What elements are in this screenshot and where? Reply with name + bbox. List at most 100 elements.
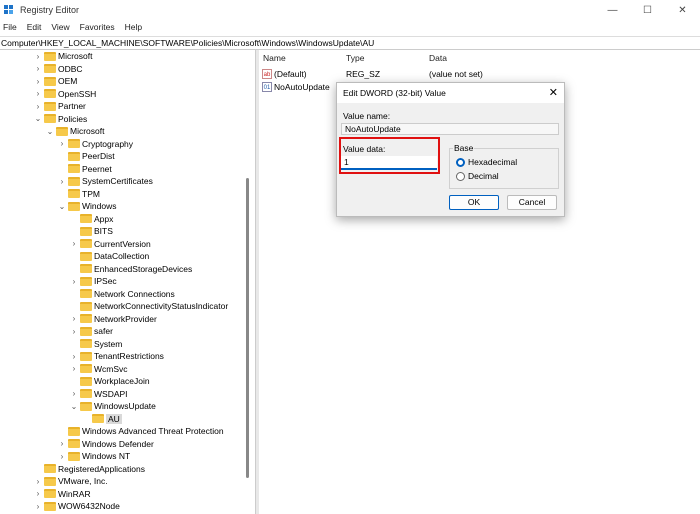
menu-help[interactable]: Help	[125, 20, 142, 34]
chevron-right-icon[interactable]: ›	[70, 364, 78, 373]
tree-item[interactable]: › WinRAR	[34, 488, 91, 500]
tree-item[interactable]: › VMware, Inc.	[34, 475, 108, 487]
chevron-down-icon[interactable]: ⌄	[70, 402, 78, 411]
cancel-button[interactable]: Cancel	[507, 195, 557, 210]
tree-scrollbar[interactable]	[244, 50, 252, 514]
tree-item[interactable]: WorkplaceJoin	[70, 375, 150, 387]
chevron-right-icon[interactable]: ›	[70, 327, 78, 336]
value-row[interactable]: ab (Default)	[262, 68, 307, 80]
menu-file[interactable]: File	[3, 20, 17, 34]
menu-edit[interactable]: Edit	[27, 20, 42, 34]
minimize-button[interactable]: —	[595, 0, 630, 20]
close-button[interactable]: ✕	[665, 0, 700, 20]
chevron-down-icon[interactable]: ⌄	[46, 127, 54, 136]
tree-item-label: Peernet	[82, 163, 112, 174]
tree-item[interactable]: BITS	[70, 225, 113, 237]
tree-item[interactable]: PeerDist	[58, 150, 115, 162]
chevron-down-icon[interactable]: ⌄	[58, 202, 66, 211]
tree-item[interactable]: › NetworkProvider	[70, 313, 157, 325]
chevron-right-icon[interactable]: ›	[34, 477, 42, 486]
chevron-right-icon[interactable]: ›	[58, 139, 66, 148]
tree-item[interactable]: ⌄ Microsoft	[46, 125, 105, 137]
address-bar[interactable]: Computer\HKEY_LOCAL_MACHINE\SOFTWARE\Pol…	[0, 36, 700, 50]
column-header-type[interactable]: Type	[346, 53, 364, 65]
tree-item-label: Policies	[58, 113, 88, 124]
chevron-right-icon[interactable]: ›	[58, 452, 66, 461]
folder-icon	[80, 251, 92, 261]
tree-item[interactable]: EnhancedStorageDevices	[70, 263, 192, 275]
tree-item[interactable]: NetworkConnectivityStatusIndicator	[70, 300, 228, 312]
tree-item[interactable]: › ODBC	[34, 63, 83, 75]
menu-favorites[interactable]: Favorites	[80, 20, 115, 34]
chevron-right-icon[interactable]: ›	[70, 352, 78, 361]
folder-icon	[44, 489, 56, 498]
folder-icon	[44, 64, 56, 73]
chevron-right-icon[interactable]: ›	[34, 77, 42, 86]
tree-item[interactable]: ⌄ Policies	[34, 113, 88, 125]
tree-item-label: NetworkProvider	[94, 313, 157, 324]
dialog-close-icon[interactable]: ✕	[549, 83, 558, 103]
tree-item-label: PeerDist	[82, 151, 115, 161]
chevron-right-icon[interactable]: ›	[34, 64, 42, 73]
tree-item[interactable]: › Cryptography	[58, 138, 133, 150]
tree-item[interactable]: › Windows Defender	[58, 438, 154, 450]
chevron-right-icon[interactable]: ›	[70, 389, 78, 398]
ok-button[interactable]: OK	[449, 195, 499, 210]
tree-item[interactable]: › WcmSvc	[70, 363, 128, 375]
folder-icon	[80, 401, 92, 411]
tree-item[interactable]: › Microsoft	[34, 50, 93, 62]
folder-icon	[44, 501, 56, 511]
tree-item[interactable]: › TenantRestrictions	[70, 350, 164, 362]
chevron-right-icon[interactable]: ›	[34, 52, 42, 61]
tree-item[interactable]: › Windows NT	[58, 450, 131, 462]
chevron-right-icon[interactable]: ›	[34, 102, 42, 111]
scrollbar-thumb[interactable]	[246, 178, 249, 478]
column-header-data[interactable]: Data	[429, 53, 447, 65]
tree-item[interactable]: › OEM	[34, 75, 78, 87]
tree-item-label: TPM	[82, 188, 100, 199]
tree-item[interactable]: › safer	[70, 325, 113, 337]
tree-item[interactable]: Appx	[70, 213, 113, 225]
folder-icon	[80, 339, 92, 348]
tree-item[interactable]: › WOW6432Node	[34, 500, 120, 512]
tree-item[interactable]: › OpenSSH	[34, 88, 97, 100]
tree-item[interactable]: › CurrentVersion	[70, 238, 151, 250]
tree-item[interactable]: ⌄ Windows	[58, 200, 117, 212]
chevron-right-icon[interactable]: ›	[34, 502, 42, 511]
folder-icon	[68, 189, 80, 198]
tree-item[interactable]: System	[70, 338, 122, 350]
hexadecimal-radio[interactable]: Hexadecimal	[456, 157, 517, 167]
tree-item[interactable]: Peernet	[58, 163, 112, 175]
tree-item-label: SystemCertificates	[82, 176, 153, 186]
chevron-right-icon[interactable]: ›	[70, 277, 78, 286]
tree-item[interactable]: DataCollection	[70, 250, 149, 262]
string-value-icon: ab	[262, 69, 272, 79]
tree-item[interactable]: AU	[82, 413, 122, 425]
chevron-right-icon[interactable]: ›	[58, 177, 66, 186]
tree-item-label: EnhancedStorageDevices	[94, 263, 193, 274]
value-data-input[interactable]: 1	[341, 156, 437, 170]
folder-icon	[44, 101, 56, 111]
chevron-right-icon[interactable]: ›	[70, 239, 78, 248]
maximize-button[interactable]: ☐	[630, 0, 665, 20]
menu-bar: File Edit View Favorites Help	[0, 20, 142, 34]
tree-item-label: AU	[106, 413, 122, 424]
tree-item[interactable]: › Partner	[34, 100, 86, 112]
chevron-right-icon[interactable]: ›	[58, 439, 66, 448]
chevron-right-icon[interactable]: ›	[34, 489, 42, 498]
value-row[interactable]: 01 NoAutoUpdate	[262, 81, 330, 93]
chevron-right-icon[interactable]: ›	[34, 89, 42, 98]
tree-item[interactable]: RegisteredApplications	[34, 463, 145, 475]
decimal-radio[interactable]: Decimal	[456, 171, 499, 181]
chevron-down-icon[interactable]: ⌄	[34, 114, 42, 123]
menu-view[interactable]: View	[51, 20, 69, 34]
tree-item[interactable]: Windows Advanced Threat Protection	[58, 425, 224, 437]
chevron-right-icon[interactable]: ›	[70, 314, 78, 323]
tree-item[interactable]: › WSDAPI	[70, 388, 128, 400]
tree-item[interactable]: › SystemCertificates	[58, 175, 153, 187]
column-header-name[interactable]: Name	[263, 53, 286, 65]
tree-item[interactable]: › IPSec	[70, 275, 117, 287]
tree-item[interactable]: TPM	[58, 188, 100, 200]
tree-item[interactable]: Network Connections	[70, 288, 175, 300]
tree-item[interactable]: ⌄ WindowsUpdate	[70, 400, 156, 412]
